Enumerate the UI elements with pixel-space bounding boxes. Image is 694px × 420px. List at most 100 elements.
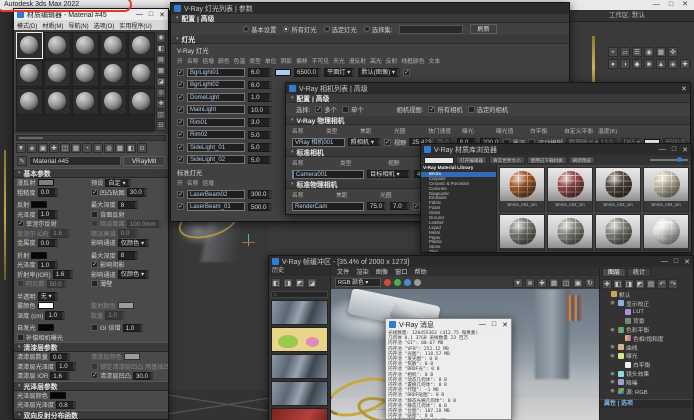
material-sample-slot[interactable] xyxy=(16,60,43,87)
create-category-icon[interactable]: ◈ xyxy=(668,59,678,69)
material-tool-icon[interactable]: ⊙ xyxy=(137,143,147,153)
light-name-field[interactable]: DomeLight xyxy=(187,93,245,102)
close-icon[interactable]: ✕ xyxy=(682,146,688,154)
light-temperature[interactable]: 6500.0 xyxy=(294,68,321,77)
filter-radio[interactable]: 选定灯光 xyxy=(324,25,357,34)
command-panel-tab-icon[interactable]: ▦ xyxy=(656,47,666,57)
param-checkbox[interactable]: ✓ xyxy=(17,220,24,227)
param-value[interactable]: 1.0 xyxy=(38,210,58,219)
menu-item[interactable]: 渲染 xyxy=(356,267,368,276)
history-search-input[interactable]: ⌕ xyxy=(271,291,328,298)
sample-option-icon[interactable]: ◪ xyxy=(156,77,166,87)
light-name-field[interactable]: SideLight_01 xyxy=(187,143,245,152)
sample-option-icon[interactable]: ◧ xyxy=(156,44,166,54)
light-on-checkbox[interactable]: ✓ xyxy=(177,144,184,151)
param-checkbox[interactable] xyxy=(91,211,98,218)
minimize-icon[interactable]: — xyxy=(653,0,660,10)
layer-item[interactable]: ◉ 曝光 xyxy=(600,352,693,361)
layer-item[interactable]: ◉ 源: RGB xyxy=(600,387,693,396)
create-category-icon[interactable]: ■ xyxy=(644,59,654,69)
material-thumbnail[interactable]: Bricks_A02_1m xyxy=(547,167,593,212)
sample-option-icon[interactable]: ☷ xyxy=(156,121,166,131)
material-thumbnail[interactable] xyxy=(643,214,689,252)
rollout-basic-params[interactable]: 基本参数 xyxy=(14,168,168,178)
light-on-checkbox[interactable]: ✓ xyxy=(177,203,184,210)
fov-checkbox[interactable]: ✓ xyxy=(384,139,391,146)
material-tool-icon[interactable]: ◈ xyxy=(27,143,37,153)
material-thumbnail[interactable]: Bricks_A03_1m xyxy=(595,167,641,212)
material-sample-slot[interactable] xyxy=(72,88,99,115)
material-thumbnail[interactable]: Bricks_A04_1m xyxy=(643,167,689,212)
history-render-thumbnail[interactable] xyxy=(271,300,328,325)
library-toolbar-button[interactable]: 使用已下载材质 xyxy=(527,156,567,164)
history-render-thumbnail[interactable] xyxy=(271,354,328,379)
app-window-controls[interactable]: — □ ✕ xyxy=(653,0,688,10)
param-value[interactable]: 1.0 xyxy=(38,261,58,270)
history-tool-icon[interactable]: ◨ xyxy=(283,278,293,288)
material-type-button[interactable]: VRayMtl xyxy=(123,156,165,166)
focal-value[interactable]: 75.0 xyxy=(367,202,387,211)
layer-item[interactable]: ◉ 色彩平衡 xyxy=(600,325,693,334)
param-value[interactable]: 1.0 xyxy=(56,362,76,371)
param-value[interactable]: 8 xyxy=(118,201,138,210)
dof-checkbox[interactable]: ✓ xyxy=(413,203,420,210)
command-panel-tab-icon[interactable]: ◉ xyxy=(644,47,654,57)
material-sample-slot[interactable] xyxy=(16,32,43,59)
refresh-button[interactable]: 刷新 xyxy=(470,24,496,34)
param-value[interactable]: 1.6 xyxy=(53,270,73,279)
minimize-icon[interactable]: — xyxy=(659,146,666,154)
light-lister-title-bar[interactable]: V-Ray 灯光列表 | 参数 xyxy=(171,3,569,14)
history-render-thumbnail[interactable] xyxy=(271,408,328,420)
light-on-checkbox[interactable]: ✓ xyxy=(177,156,184,163)
layer-item[interactable]: ◉ 曲线 xyxy=(600,343,693,352)
camera-name-field[interactable]: Camera001 xyxy=(292,170,364,179)
layer-item[interactable]: 白平衡 xyxy=(600,360,693,369)
selected-cameras-checkbox[interactable]: 选定的相机 xyxy=(468,105,508,114)
material-tool-icon[interactable]: ▩ xyxy=(115,143,125,153)
vfb-toolbar-icon[interactable]: ▦ xyxy=(549,278,559,288)
command-panel-tab-icon[interactable]: ☰ xyxy=(632,47,642,57)
vfb-toolbar-icon[interactable]: ▼ xyxy=(513,278,523,288)
param-value[interactable]: 100.0mm xyxy=(127,220,161,229)
param-checkbox[interactable] xyxy=(91,324,98,331)
param-checkbox[interactable]: ✓ xyxy=(91,372,98,379)
vfb-toolbar-icon[interactable]: ↻ xyxy=(585,278,595,288)
visibility-eye-icon[interactable]: ◉ xyxy=(609,379,616,385)
material-tool-icon[interactable]: ◍ xyxy=(104,143,114,153)
rollout-sheen[interactable]: 光泽层参数 xyxy=(14,381,168,391)
create-category-icon[interactable]: ✚ xyxy=(680,59,690,69)
layer-item[interactable]: ◉ 镜头效果 xyxy=(600,369,693,378)
light-on-checkbox[interactable]: ✓ xyxy=(177,69,184,76)
alpha-channel-icon[interactable] xyxy=(414,279,421,286)
minimize-icon[interactable]: — xyxy=(136,11,143,19)
light-name-field[interactable]: Rim01 xyxy=(187,118,245,127)
library-toolbar-button[interactable]: 刷新预览 xyxy=(569,156,595,164)
param-checkbox[interactable] xyxy=(17,334,24,341)
command-panel-tab-icon[interactable]: ▱ xyxy=(620,47,630,57)
sample-option-icon[interactable]: ◉ xyxy=(156,33,166,43)
sample-option-icon[interactable]: ▤ xyxy=(156,55,166,65)
material-sample-slot[interactable] xyxy=(44,32,71,59)
single-checkbox[interactable]: 单个 xyxy=(342,105,364,114)
history-tool-icon[interactable]: ◪ xyxy=(307,278,317,288)
param-value[interactable]: 1.6 xyxy=(50,229,70,238)
material-sample-slot[interactable] xyxy=(128,88,155,115)
camera-type-dropdown[interactable]: 目标相机 ▾ xyxy=(367,170,411,179)
layer-item[interactable]: 色相/饱和度 xyxy=(600,334,693,343)
maximize-icon[interactable]: □ xyxy=(149,11,153,19)
material-sample-slot[interactable] xyxy=(72,32,99,59)
material-sample-slot[interactable] xyxy=(100,88,127,115)
light-multiplier[interactable]: 5.0 xyxy=(248,156,272,165)
layer-item[interactable]: LUT xyxy=(600,308,693,317)
visibility-eye-icon[interactable]: ◉ xyxy=(609,388,616,394)
close-icon[interactable]: ✕ xyxy=(682,0,688,10)
minimize-icon[interactable]: — xyxy=(479,321,486,329)
viewport-left-sliver[interactable] xyxy=(0,10,14,420)
camera-lister-title-bar[interactable]: V-Ray 相机列表 | 高级 ✕ xyxy=(286,83,690,94)
color-swatch[interactable] xyxy=(31,252,47,259)
green-channel-icon[interactable] xyxy=(394,279,401,286)
light-on-checkbox[interactable]: ✓ xyxy=(177,191,184,198)
layer-tool-icon[interactable]: ▤ xyxy=(646,279,656,289)
library-toolbar-button[interactable]: 打开编辑器 xyxy=(456,156,487,164)
properties-header[interactable]: 属性 | 选项 xyxy=(600,399,693,408)
